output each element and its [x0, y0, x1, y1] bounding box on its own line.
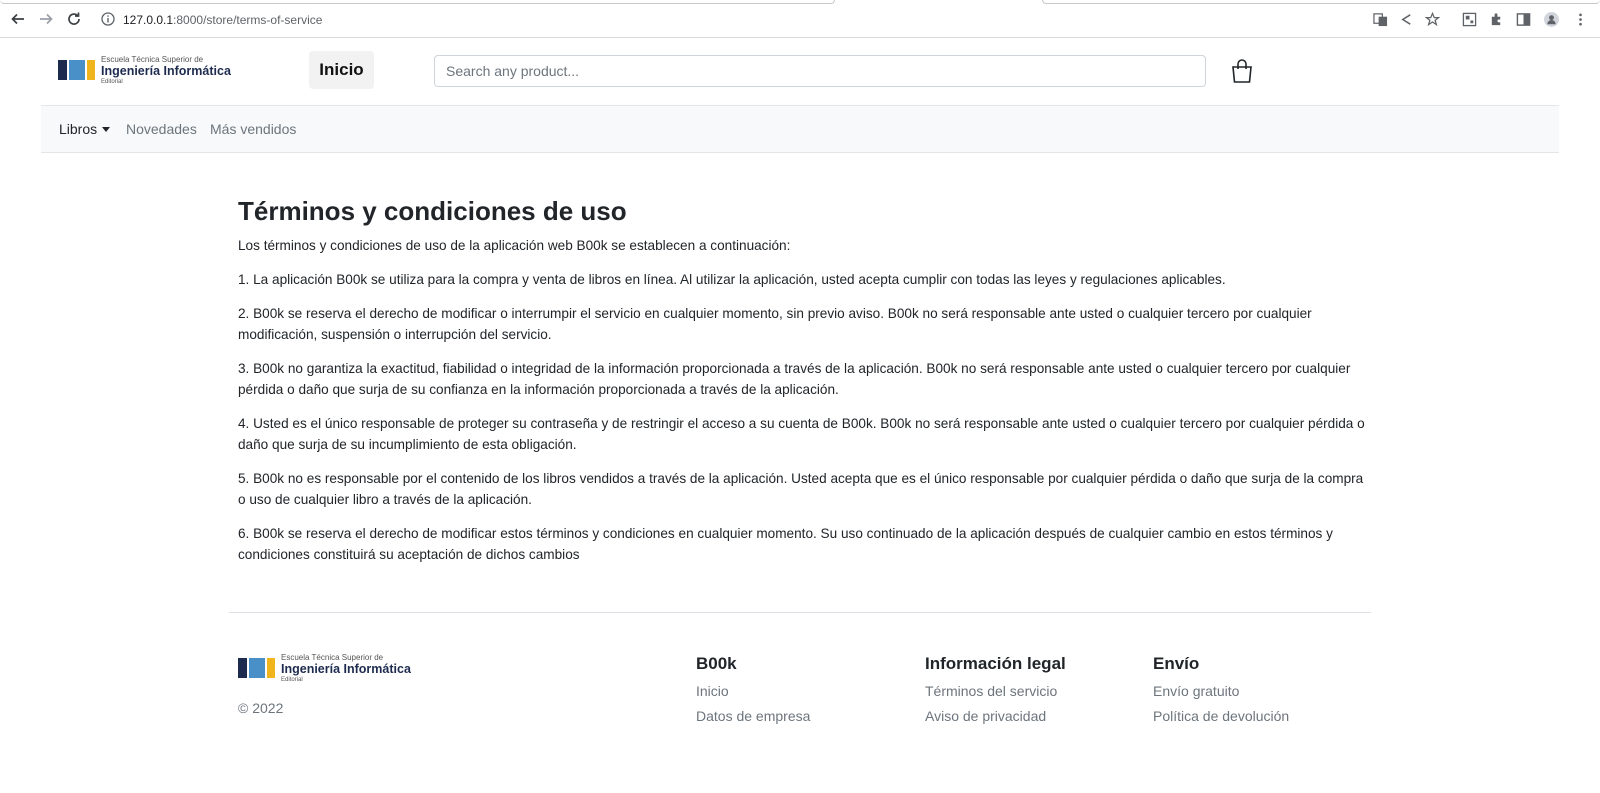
browser-toolbar: 127.0.0.1:8000/store/terms-of-service — [0, 0, 1600, 38]
nav-novedades[interactable]: Novedades — [126, 121, 197, 137]
footer-column-envio: Envío Envío gratuito Política de devoluc… — [1153, 654, 1289, 733]
profile-avatar-icon[interactable] — [1543, 11, 1559, 27]
site-logo[interactable]: Escuela Técnica Superior de Ingeniería I… — [58, 56, 231, 85]
category-navbar: Libros Novedades Más vendidos — [41, 105, 1559, 153]
logo-line1: Escuela Técnica Superior de — [281, 653, 384, 662]
logo-line3: Editorial — [281, 676, 303, 683]
nav-libros-label: Libros — [59, 121, 98, 137]
url-host: 127.0.0.1 — [123, 13, 174, 27]
footer-divider — [229, 612, 1371, 613]
search-input[interactable] — [434, 55, 1206, 87]
chevron-down-icon — [102, 127, 111, 132]
footer-logo[interactable]: Escuela Técnica Superior de Ingeniería I… — [238, 654, 411, 683]
logo-line3: Editorial — [101, 78, 123, 85]
footer-column-b00k: B00k Inicio Datos de empresa — [696, 654, 810, 733]
footer-column-legal: Información legal Términos del servicio … — [925, 654, 1066, 733]
footer-link-privacidad[interactable]: Aviso de privacidad — [925, 708, 1066, 724]
footer-link-inicio[interactable]: Inicio — [696, 683, 810, 699]
home-button[interactable]: Inicio — [309, 51, 374, 89]
menu-kebab-icon[interactable] — [1572, 11, 1588, 27]
url-path: :8000/store/terms-of-service — [173, 13, 323, 27]
terms-clause: 4. Usted es el único responsable de prot… — [238, 416, 1365, 452]
terms-clause: 6. B00k se reserva el derecho de modific… — [238, 526, 1333, 562]
copyright-text: © 2022 — [238, 700, 284, 716]
footer-link-datos-empresa[interactable]: Datos de empresa — [696, 708, 810, 724]
translate-icon[interactable] — [1372, 11, 1388, 27]
footer-link-terminos[interactable]: Términos del servicio — [925, 683, 1066, 699]
footer-heading: B00k — [696, 654, 737, 673]
logo-line2: Ingeniería Informática — [101, 64, 231, 78]
terms-clause: 3. B00k no garantiza la exactitud, fiabi… — [238, 361, 1351, 397]
tab-edge — [1042, 0, 1600, 4]
side-panel-icon[interactable] — [1515, 11, 1531, 27]
site-header: Escuela Técnica Superior de Ingeniería I… — [41, 38, 1559, 105]
puzzle-icon[interactable] — [1488, 11, 1504, 27]
footer-heading: Envío — [1153, 654, 1200, 673]
footer-link-envio-gratuito[interactable]: Envío gratuito — [1153, 683, 1289, 699]
reload-icon[interactable] — [64, 9, 84, 29]
back-icon[interactable] — [8, 9, 28, 29]
page-title: Términos y condiciones de uso — [238, 196, 627, 226]
nav-libros-dropdown[interactable]: Libros — [59, 121, 111, 137]
shopping-bag-icon[interactable] — [1230, 58, 1254, 84]
forward-icon[interactable] — [36, 9, 56, 29]
logo-mark — [238, 658, 275, 679]
bookmark-star-icon[interactable] — [1424, 11, 1440, 27]
logo-mark — [58, 60, 95, 81]
logo-line2: Ingeniería Informática — [281, 662, 411, 676]
footer-link-devolucion[interactable]: Política de devolución — [1153, 708, 1289, 724]
terms-clause: 2. B00k se reserva el derecho de modific… — [238, 306, 1312, 342]
terms-clause: 5. B00k no es responsable por el conteni… — [238, 471, 1364, 507]
address-bar[interactable]: 127.0.0.1:8000/store/terms-of-service — [123, 13, 322, 27]
share-icon[interactable] — [1398, 11, 1414, 27]
site-info-icon[interactable] — [101, 12, 115, 26]
extension-grid-icon[interactable] — [1461, 11, 1477, 27]
terms-content: Términos y condiciones de uso Los términ… — [238, 196, 1368, 579]
tab-edge — [0, 0, 835, 4]
footer-heading: Información legal — [925, 654, 1066, 673]
terms-intro: Los términos y condiciones de uso de la … — [238, 238, 791, 253]
terms-clause: 1. La aplicación B00k se utiliza para la… — [238, 271, 1226, 287]
nav-mas-vendidos[interactable]: Más vendidos — [210, 121, 296, 137]
logo-line1: Escuela Técnica Superior de — [101, 55, 204, 64]
